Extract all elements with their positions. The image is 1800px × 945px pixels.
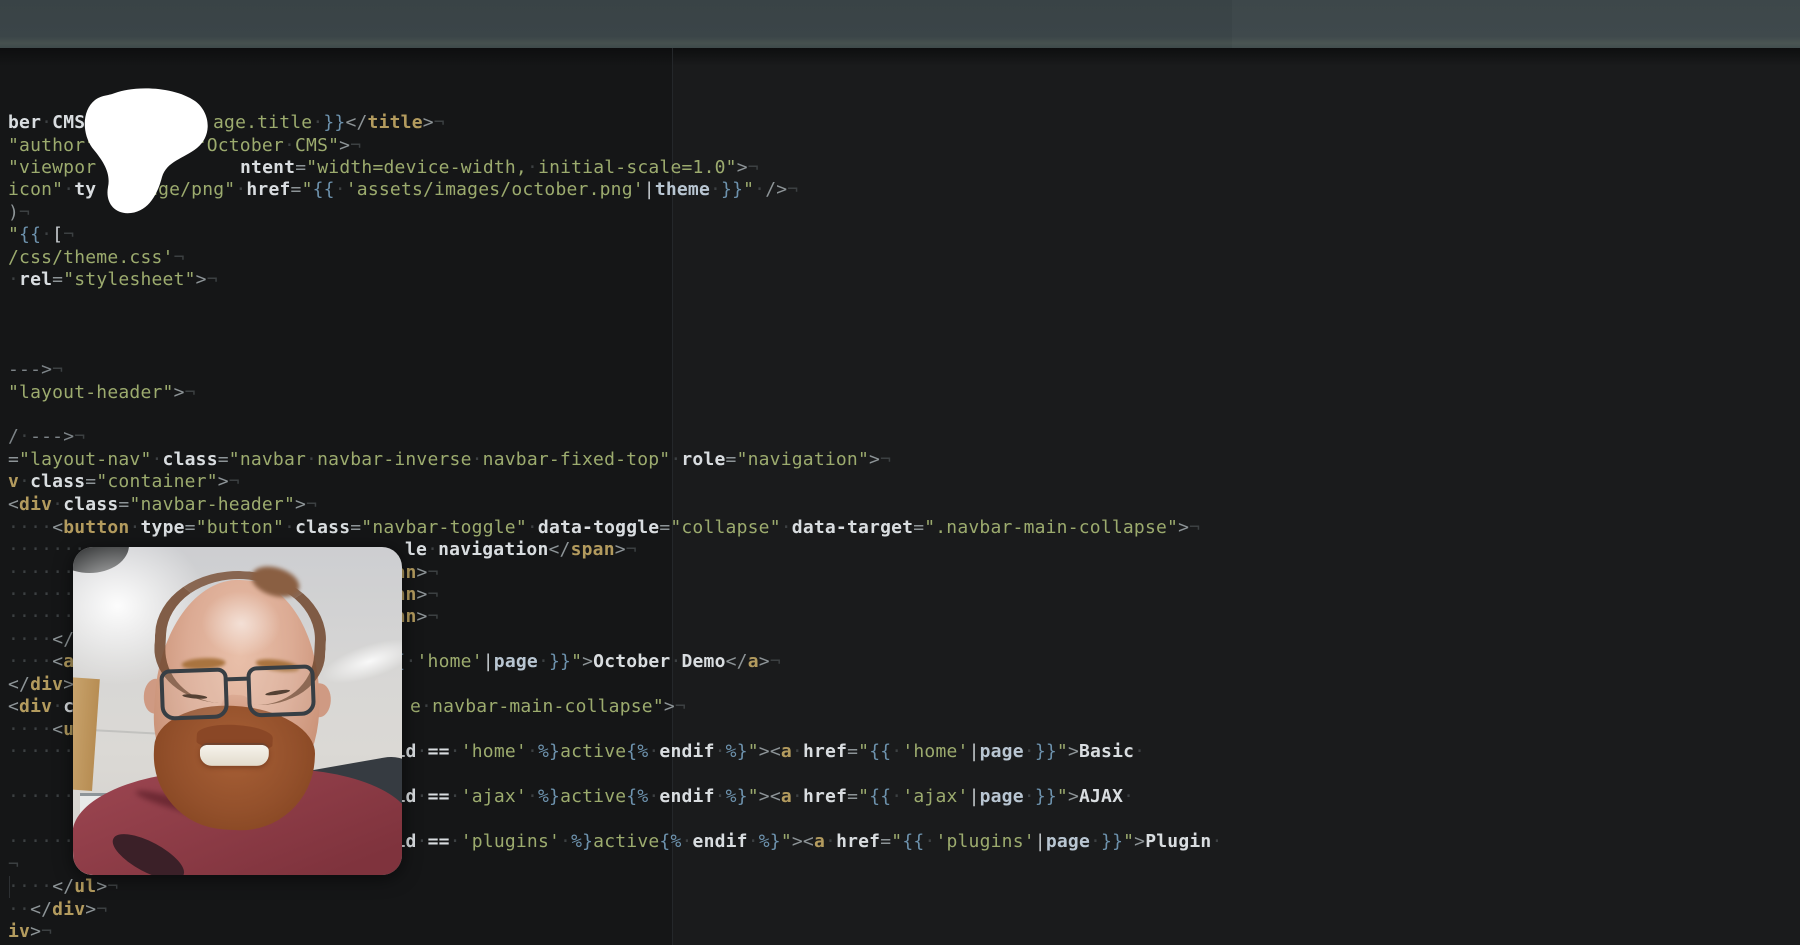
code-line: ····</ul>¬ [0, 876, 1800, 898]
title-bar [0, 0, 1800, 48]
code-line: )¬ [0, 202, 1800, 224]
code-line: ··</div>¬ [0, 899, 1800, 921]
code-line: "author"·content="October·CMS">¬ [0, 135, 1800, 157]
picture-frame [73, 677, 100, 791]
code-line: ·rel="stylesheet">¬ [0, 269, 1800, 291]
screen: ber·CMSage.title·}}</title>¬"author"·con… [0, 0, 1800, 945]
glasses [159, 664, 315, 720]
cursor-blob-overlay [75, 85, 220, 225]
webcam-overlay [73, 547, 402, 875]
code-line: "viewporntent="width=device-width,·initi… [0, 157, 1800, 179]
code-line: <div·class="navbar-header">¬ [0, 494, 1800, 516]
code-line: "{{·[¬ [0, 224, 1800, 246]
code-line: ····<button·type="button"·class="navbar-… [0, 517, 1800, 539]
code-line: /css/theme.css'¬ [0, 247, 1800, 269]
code-line: v·class="container">¬ [0, 471, 1800, 493]
code-line: iv>¬ [0, 921, 1800, 943]
code-line: ="layout-nav"·class="navbar·navbar-inver… [0, 449, 1800, 471]
smile-teeth [200, 743, 269, 766]
editor-top-shadow [0, 48, 1800, 66]
person-head [149, 576, 325, 814]
lens-flare [317, 631, 402, 693]
title-bar-right-tint [1232, 0, 1800, 48]
code-line: ber·CMSage.title·}}</title>¬ [0, 112, 1800, 134]
code-line: --->¬ [0, 359, 1800, 381]
code-line: icon"·tymage/png"·href="{{·'assets/image… [0, 179, 1800, 201]
code-line: /·--->¬ [0, 426, 1800, 448]
glasses-bridge [226, 677, 248, 682]
code-line: "layout-header">¬ [0, 382, 1800, 404]
